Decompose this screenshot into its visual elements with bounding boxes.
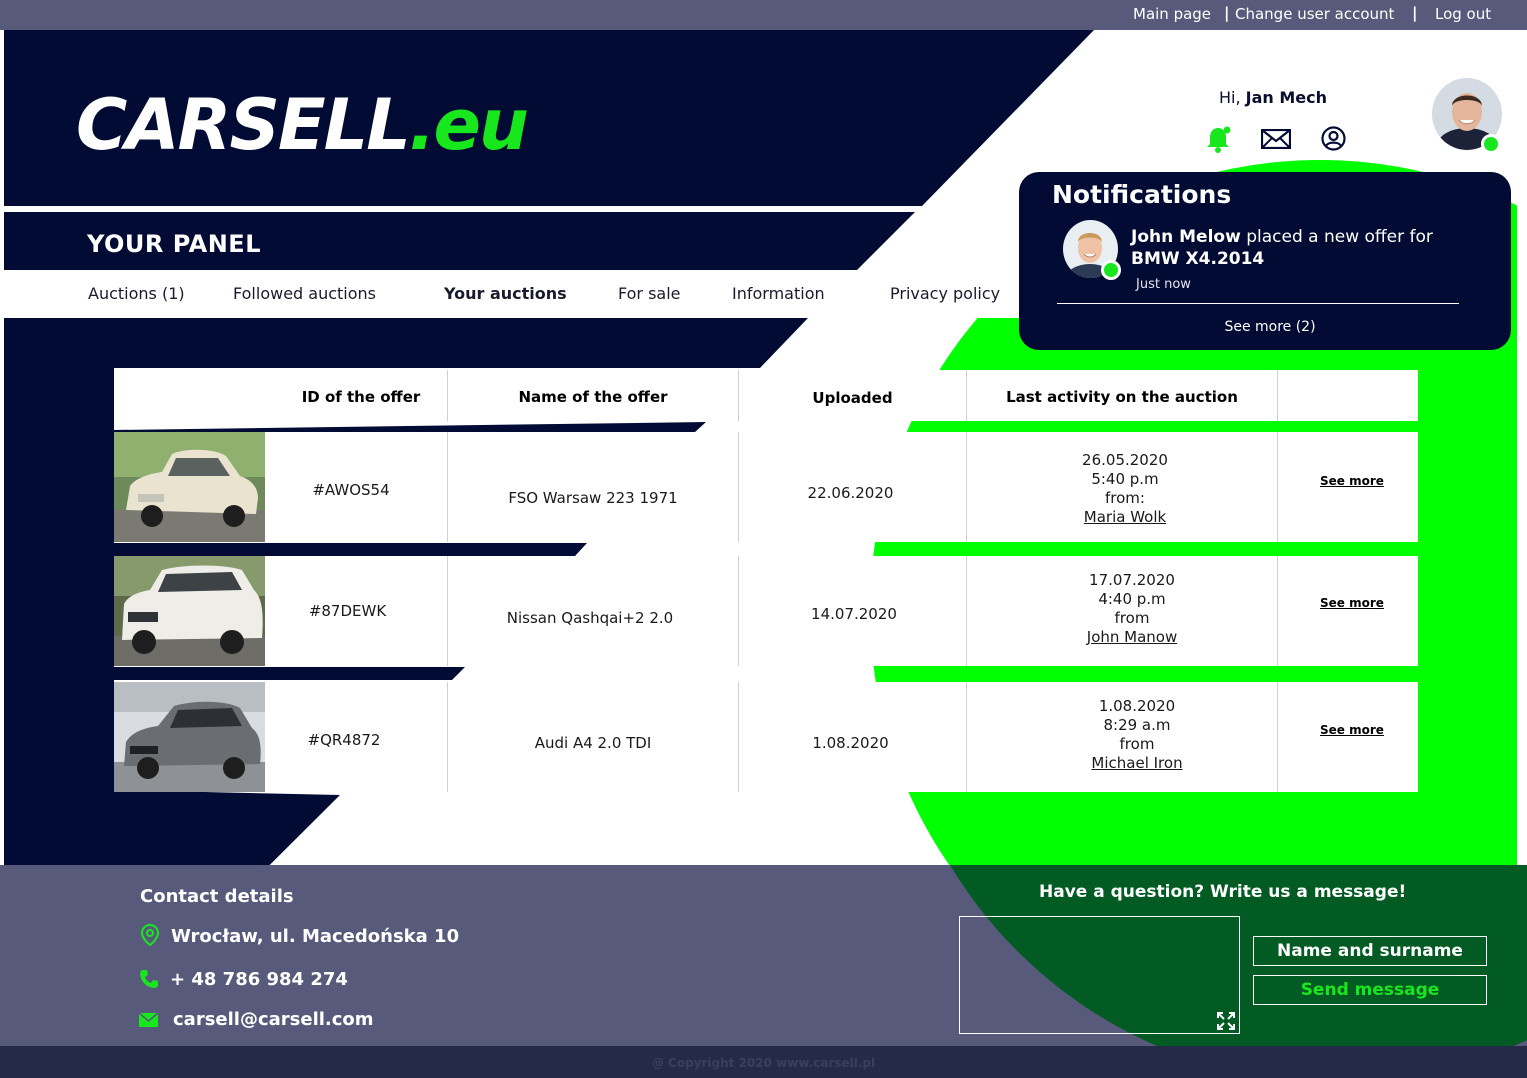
offer-name: Audi A4 2.0 TDI	[534, 734, 652, 752]
greeting-text: Hi,	[1219, 88, 1241, 107]
activity-user-link[interactable]: John Manow	[967, 628, 1297, 647]
activity-time: 5:40 p.m	[1091, 470, 1159, 488]
logo-name: CARSELL	[76, 84, 411, 166]
phone-icon	[139, 969, 159, 989]
top-nav: Main page | Change user account | Log ou…	[0, 0, 1527, 30]
notifications-popup: Notifications John Melow placed a new of…	[1019, 172, 1511, 350]
panel-title: YOUR PANEL	[87, 230, 261, 258]
offer-id: #87DEWK	[308, 602, 387, 620]
activity-date: 26.05.2020	[1082, 451, 1168, 469]
copyright-text: @ Copyright 2020 www.carsell.pl	[651, 1056, 876, 1070]
tab-information[interactable]: Information	[732, 284, 825, 303]
send-message-button[interactable]: Send message	[1253, 975, 1487, 1005]
contact-email[interactable]: carsell@carsell.com	[173, 1009, 374, 1030]
table-row[interactable]: #QR4872 Audi A4 2.0 TDI 1.08.2020 1.08.2…	[275, 682, 1418, 792]
see-more-link[interactable]: See more	[1320, 474, 1384, 488]
navy-strip-2	[114, 667, 465, 680]
see-more-notifications-link[interactable]: See more (2)	[1019, 319, 1521, 335]
header-uploaded: Uploaded	[812, 389, 893, 407]
tab-privacy-policy[interactable]: Privacy policy	[890, 284, 1000, 303]
logo-suffix: .eu	[408, 84, 529, 166]
navy-strip-1	[114, 543, 587, 556]
contact-phone: + 48 786 984 274	[170, 969, 348, 990]
mail-icon[interactable]	[1260, 128, 1292, 150]
activity-from: from	[1119, 735, 1155, 753]
activity-time: 8:29 a.m	[1103, 716, 1171, 734]
main-page-link[interactable]: Main page	[1133, 5, 1211, 23]
notification-online-dot	[1101, 260, 1121, 280]
user-greeting: Hi, Jan Mech	[1219, 88, 1327, 107]
offer-id: #AWOS54	[312, 481, 390, 499]
tab-for-sale[interactable]: For sale	[618, 284, 681, 303]
tab-your-auctions[interactable]: Your auctions	[444, 284, 567, 303]
header-id: ID of the offer	[301, 388, 421, 406]
car-thumbnail[interactable]	[114, 682, 265, 792]
log-out-link[interactable]: Log out	[1435, 5, 1491, 23]
tab-followed-auctions[interactable]: Followed auctions	[233, 284, 376, 303]
offer-name: FSO Warsaw 223 1971	[508, 489, 678, 507]
change-user-account-link[interactable]: Change user account	[1235, 5, 1394, 23]
notification-divider	[1057, 303, 1459, 304]
user-name: Jan Mech	[1245, 88, 1328, 107]
activity-time: 4:40 p.m	[1098, 590, 1166, 608]
activity-from: from:	[1105, 489, 1145, 507]
notification-time: Just now	[1136, 277, 1191, 292]
activity-user-link[interactable]: Michael Iron	[967, 754, 1307, 773]
table-header: ID of the offer Name of the offer Upload…	[114, 370, 1418, 421]
uploaded-date: 1.08.2020	[812, 734, 889, 752]
last-activity: 1.08.2020 8:29 a.m from Michael Iron	[967, 697, 1307, 773]
carsell-logo[interactable]: CARSELL.eu	[76, 84, 529, 166]
nav-separator: |	[1224, 4, 1230, 22]
notifications-title: Notifications	[1052, 180, 1232, 209]
table-row[interactable]: #AWOS54 FSO Warsaw 223 1971 22.06.2020 2…	[275, 432, 1418, 542]
message-textarea[interactable]	[959, 916, 1240, 1034]
last-activity: 17.07.2020 4:40 p.m from John Manow	[967, 571, 1297, 647]
contact-details-title: Contact details	[140, 886, 294, 907]
notification-text: placed a new offer for	[1246, 227, 1433, 247]
notification-sender: John Melow	[1131, 227, 1241, 247]
offer-name: Nissan Qashqai+2 2.0	[506, 609, 674, 627]
online-status-dot	[1481, 134, 1501, 154]
location-pin-icon	[140, 923, 160, 947]
bell-icon[interactable]	[1205, 125, 1231, 153]
tab-auctions[interactable]: Auctions (1)	[88, 284, 185, 303]
activity-from: from	[1114, 609, 1150, 627]
panel-tabs: Auctions (1) Followed auctions Your auct…	[4, 270, 1104, 318]
user-account-icon[interactable]	[1321, 126, 1346, 151]
car-thumbnail[interactable]	[114, 432, 265, 542]
uploaded-date: 22.06.2020	[807, 484, 894, 502]
offer-id: #QR4872	[307, 731, 381, 749]
white-stripe	[4, 206, 922, 212]
expand-icon[interactable]	[1217, 1012, 1235, 1030]
nav-separator: |	[1412, 4, 1418, 22]
last-activity: 26.05.2020 5:40 p.m from: Maria Wolk	[967, 451, 1283, 527]
see-more-link[interactable]: See more	[1320, 596, 1384, 610]
uploaded-date: 14.07.2020	[811, 605, 897, 623]
message-form-title: Have a question? Write us a message!	[1039, 882, 1407, 902]
column-divider	[447, 432, 448, 542]
envelope-icon	[138, 1012, 159, 1027]
notification-item: BMW X4.2014	[1131, 249, 1265, 269]
column-divider	[1277, 370, 1278, 421]
activity-date: 1.08.2020	[1098, 697, 1176, 715]
notification-message[interactable]: John Melow placed a new offer for BMW X4…	[1131, 226, 1471, 270]
see-more-link[interactable]: See more	[1320, 723, 1384, 737]
activity-user-link[interactable]: Maria Wolk	[967, 508, 1283, 527]
header-name: Name of the offer	[518, 388, 668, 406]
activity-date: 17.07.2020	[1089, 571, 1175, 589]
car-thumbnail[interactable]	[114, 556, 265, 666]
name-and-surname-field[interactable]: Name and surname	[1253, 936, 1487, 966]
table-row[interactable]: #87DEWK Nissan Qashqai+2 2.0 14.07.2020 …	[275, 556, 1418, 666]
header-last-activity: Last activity on the auction	[1006, 388, 1238, 406]
contact-address: Wrocław, ul. Macedońska 10	[171, 926, 460, 947]
